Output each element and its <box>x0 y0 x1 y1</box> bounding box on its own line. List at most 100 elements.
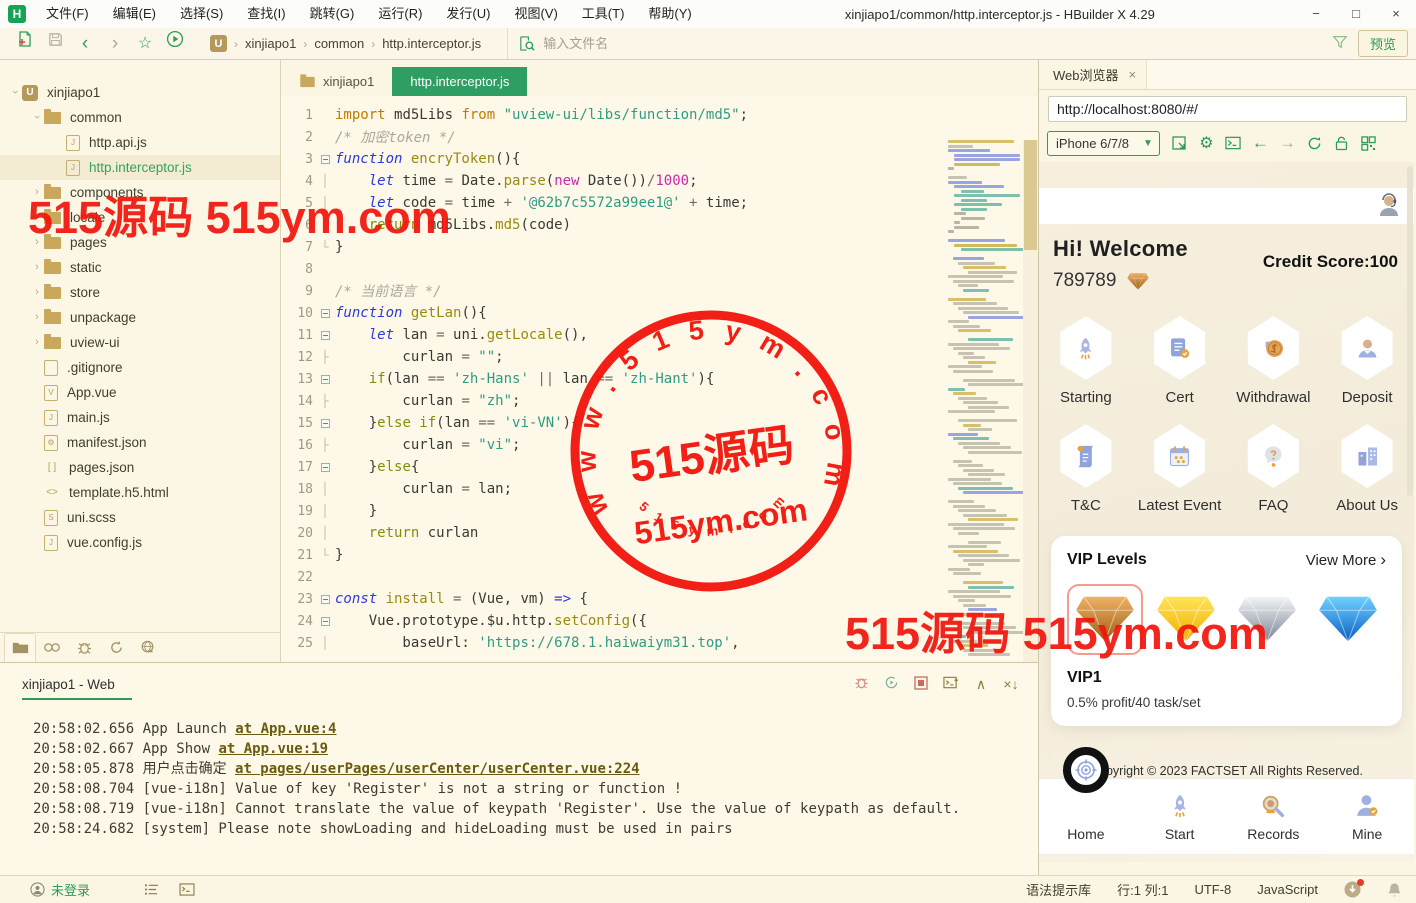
bell-icon[interactable] <box>1387 882 1402 898</box>
customer-service-avatar-icon[interactable] <box>1376 192 1402 221</box>
vip-gem-bronze[interactable] <box>1067 584 1143 655</box>
url-input[interactable] <box>1048 96 1407 122</box>
menu-item-4[interactable]: 跳转(G) <box>298 0 367 28</box>
preview-button[interactable]: 预览 <box>1358 30 1408 57</box>
run-icon[interactable] <box>160 29 190 59</box>
tree-item-vue-config-js[interactable]: Jvue.config.js <box>0 530 280 555</box>
tree-item-locale[interactable]: ›locale <box>0 205 280 230</box>
tree-chevron-icon[interactable]: › <box>30 236 44 248</box>
vip-gem-blue[interactable] <box>1310 584 1386 655</box>
nav-mine[interactable]: Mine <box>1320 779 1414 854</box>
fold-marker-icon[interactable] <box>317 617 333 626</box>
tree-item-store[interactable]: ›store <box>0 280 280 305</box>
tree-item-main-js[interactable]: Jmain.js <box>0 405 280 430</box>
breadcrumb-item[interactable]: xinjiapo1 <box>245 36 296 51</box>
syntax-lib-status[interactable]: 语法提示库 <box>1026 880 1091 899</box>
close-tab-icon[interactable]: × <box>1129 67 1137 82</box>
tree-chevron-icon[interactable]: › <box>30 336 44 348</box>
tree-item-common[interactable]: ›common <box>0 105 280 130</box>
tree-item-uni-scss[interactable]: Suni.scss <box>0 505 280 530</box>
nav-start[interactable]: Start <box>1133 779 1227 854</box>
tree-chevron-icon[interactable]: › <box>31 110 43 124</box>
tree-chevron-icon[interactable]: › <box>30 211 44 223</box>
tree-chevron-icon[interactable]: › <box>9 85 21 99</box>
tree-chevron-icon[interactable]: › <box>30 311 44 323</box>
tree-item-http-interceptor-js[interactable]: Jhttp.interceptor.js <box>0 155 280 180</box>
debug-icon[interactable] <box>846 675 876 693</box>
maximize-button[interactable]: □ <box>1336 0 1376 28</box>
menu-item-2[interactable]: 选择(S) <box>168 0 235 28</box>
debug-tab-icon[interactable] <box>68 633 100 662</box>
web-tab-icon[interactable] <box>132 633 164 662</box>
tree-item-app-vue[interactable]: VApp.vue <box>0 380 280 405</box>
fold-marker-icon[interactable] <box>317 419 333 428</box>
open-external-icon[interactable] <box>1166 135 1193 151</box>
tree-item--gitignore[interactable]: .gitignore <box>0 355 280 380</box>
browser-tab[interactable]: Web浏览器 × <box>1039 60 1147 89</box>
log-source-link[interactable]: at App.vue:19 <box>218 741 328 757</box>
fold-marker-icon[interactable] <box>317 155 333 164</box>
tree-item-template-h5-html[interactable]: <>template.h5.html <box>0 480 280 505</box>
tree-item-pages-json[interactable]: [ ]pages.json <box>0 455 280 480</box>
console-tab[interactable]: xinjiapo1 - Web <box>22 669 132 700</box>
qr-code-icon[interactable] <box>1355 136 1382 151</box>
vip-gem-gold[interactable] <box>1148 584 1224 655</box>
fold-marker-icon[interactable] <box>317 309 333 318</box>
menu-item-3[interactable]: 查找(I) <box>235 0 297 28</box>
navigate-forward-icon[interactable]: › <box>100 29 130 59</box>
fold-marker-icon[interactable] <box>317 331 333 340</box>
save-icon[interactable] <box>40 29 70 59</box>
browser-console-icon[interactable] <box>1220 136 1247 150</box>
breadcrumb-item[interactable]: http.interceptor.js <box>382 36 481 51</box>
feature-t-c[interactable]: T&C <box>1039 424 1133 514</box>
device-selector[interactable]: iPhone 6/7/8▼ <box>1047 131 1160 156</box>
tree-chevron-icon[interactable]: › <box>30 186 44 198</box>
update-download-icon[interactable] <box>1344 881 1361 898</box>
code-area[interactable]: 1import md5Libs from "uview-ui/libs/func… <box>281 96 1038 654</box>
editor-scrollbar[interactable] <box>1023 140 1038 662</box>
stop-icon[interactable] <box>906 676 936 693</box>
minimize-button[interactable]: − <box>1296 0 1336 28</box>
tree-item-manifest-json[interactable]: ⚙manifest.json <box>0 430 280 455</box>
menu-item-9[interactable]: 帮助(Y) <box>636 0 703 28</box>
restart-icon[interactable] <box>876 675 906 693</box>
feature-starting[interactable]: Starting <box>1039 316 1133 406</box>
cursor-position[interactable]: 行:1 列:1 <box>1117 880 1168 899</box>
clear-console-icon[interactable]: ×↓ <box>996 676 1026 692</box>
menu-item-5[interactable]: 运行(R) <box>366 0 434 28</box>
browser-settings-icon[interactable]: ⚙ <box>1193 133 1220 153</box>
log-source-link[interactable]: at pages/userPages/userCenter/userCenter… <box>235 761 640 777</box>
nav-records[interactable]: Records <box>1227 779 1321 854</box>
filter-icon[interactable] <box>1332 34 1348 53</box>
feature-faq[interactable]: FAQ <box>1227 424 1321 514</box>
menu-item-8[interactable]: 工具(T) <box>570 0 637 28</box>
fold-marker-icon[interactable] <box>317 595 333 604</box>
explorer-tab-icon[interactable] <box>4 633 36 662</box>
new-terminal-icon[interactable] <box>936 676 966 693</box>
tree-item-http-api-js[interactable]: Jhttp.api.js <box>0 130 280 155</box>
editor-tab-xinjiapo1[interactable]: xinjiapo1 <box>281 67 392 96</box>
tree-item-components[interactable]: ›components <box>0 180 280 205</box>
terminal-status-icon[interactable] <box>179 883 195 896</box>
menu-item-6[interactable]: 发行(U) <box>434 0 502 28</box>
fold-marker-icon[interactable] <box>317 463 333 472</box>
menu-item-7[interactable]: 视图(V) <box>502 0 569 28</box>
outline-list-icon[interactable] <box>144 883 159 896</box>
feature-withdrawal[interactable]: Withdrawal <box>1227 316 1321 406</box>
menu-item-1[interactable]: 编辑(E) <box>101 0 168 28</box>
search-input[interactable] <box>543 36 1322 51</box>
favorite-star-icon[interactable]: ☆ <box>130 29 160 59</box>
feature-cert[interactable]: Cert <box>1133 316 1227 406</box>
encoding-status[interactable]: UTF-8 <box>1194 882 1231 897</box>
feature-latest-event[interactable]: Latest Event <box>1133 424 1227 514</box>
tree-item-pages[interactable]: ›pages <box>0 230 280 255</box>
feature-deposit[interactable]: Deposit <box>1320 316 1414 406</box>
lock-icon[interactable] <box>1328 136 1355 151</box>
editor-tab-http-interceptor-js[interactable]: http.interceptor.js <box>392 67 527 96</box>
vip-gem-silver[interactable] <box>1229 584 1305 655</box>
tree-chevron-icon[interactable]: › <box>30 286 44 298</box>
browser-back-icon[interactable]: ← <box>1247 133 1274 153</box>
tree-chevron-icon[interactable]: › <box>30 261 44 273</box>
fold-marker-icon[interactable] <box>317 375 333 384</box>
minimap[interactable] <box>948 140 1020 662</box>
